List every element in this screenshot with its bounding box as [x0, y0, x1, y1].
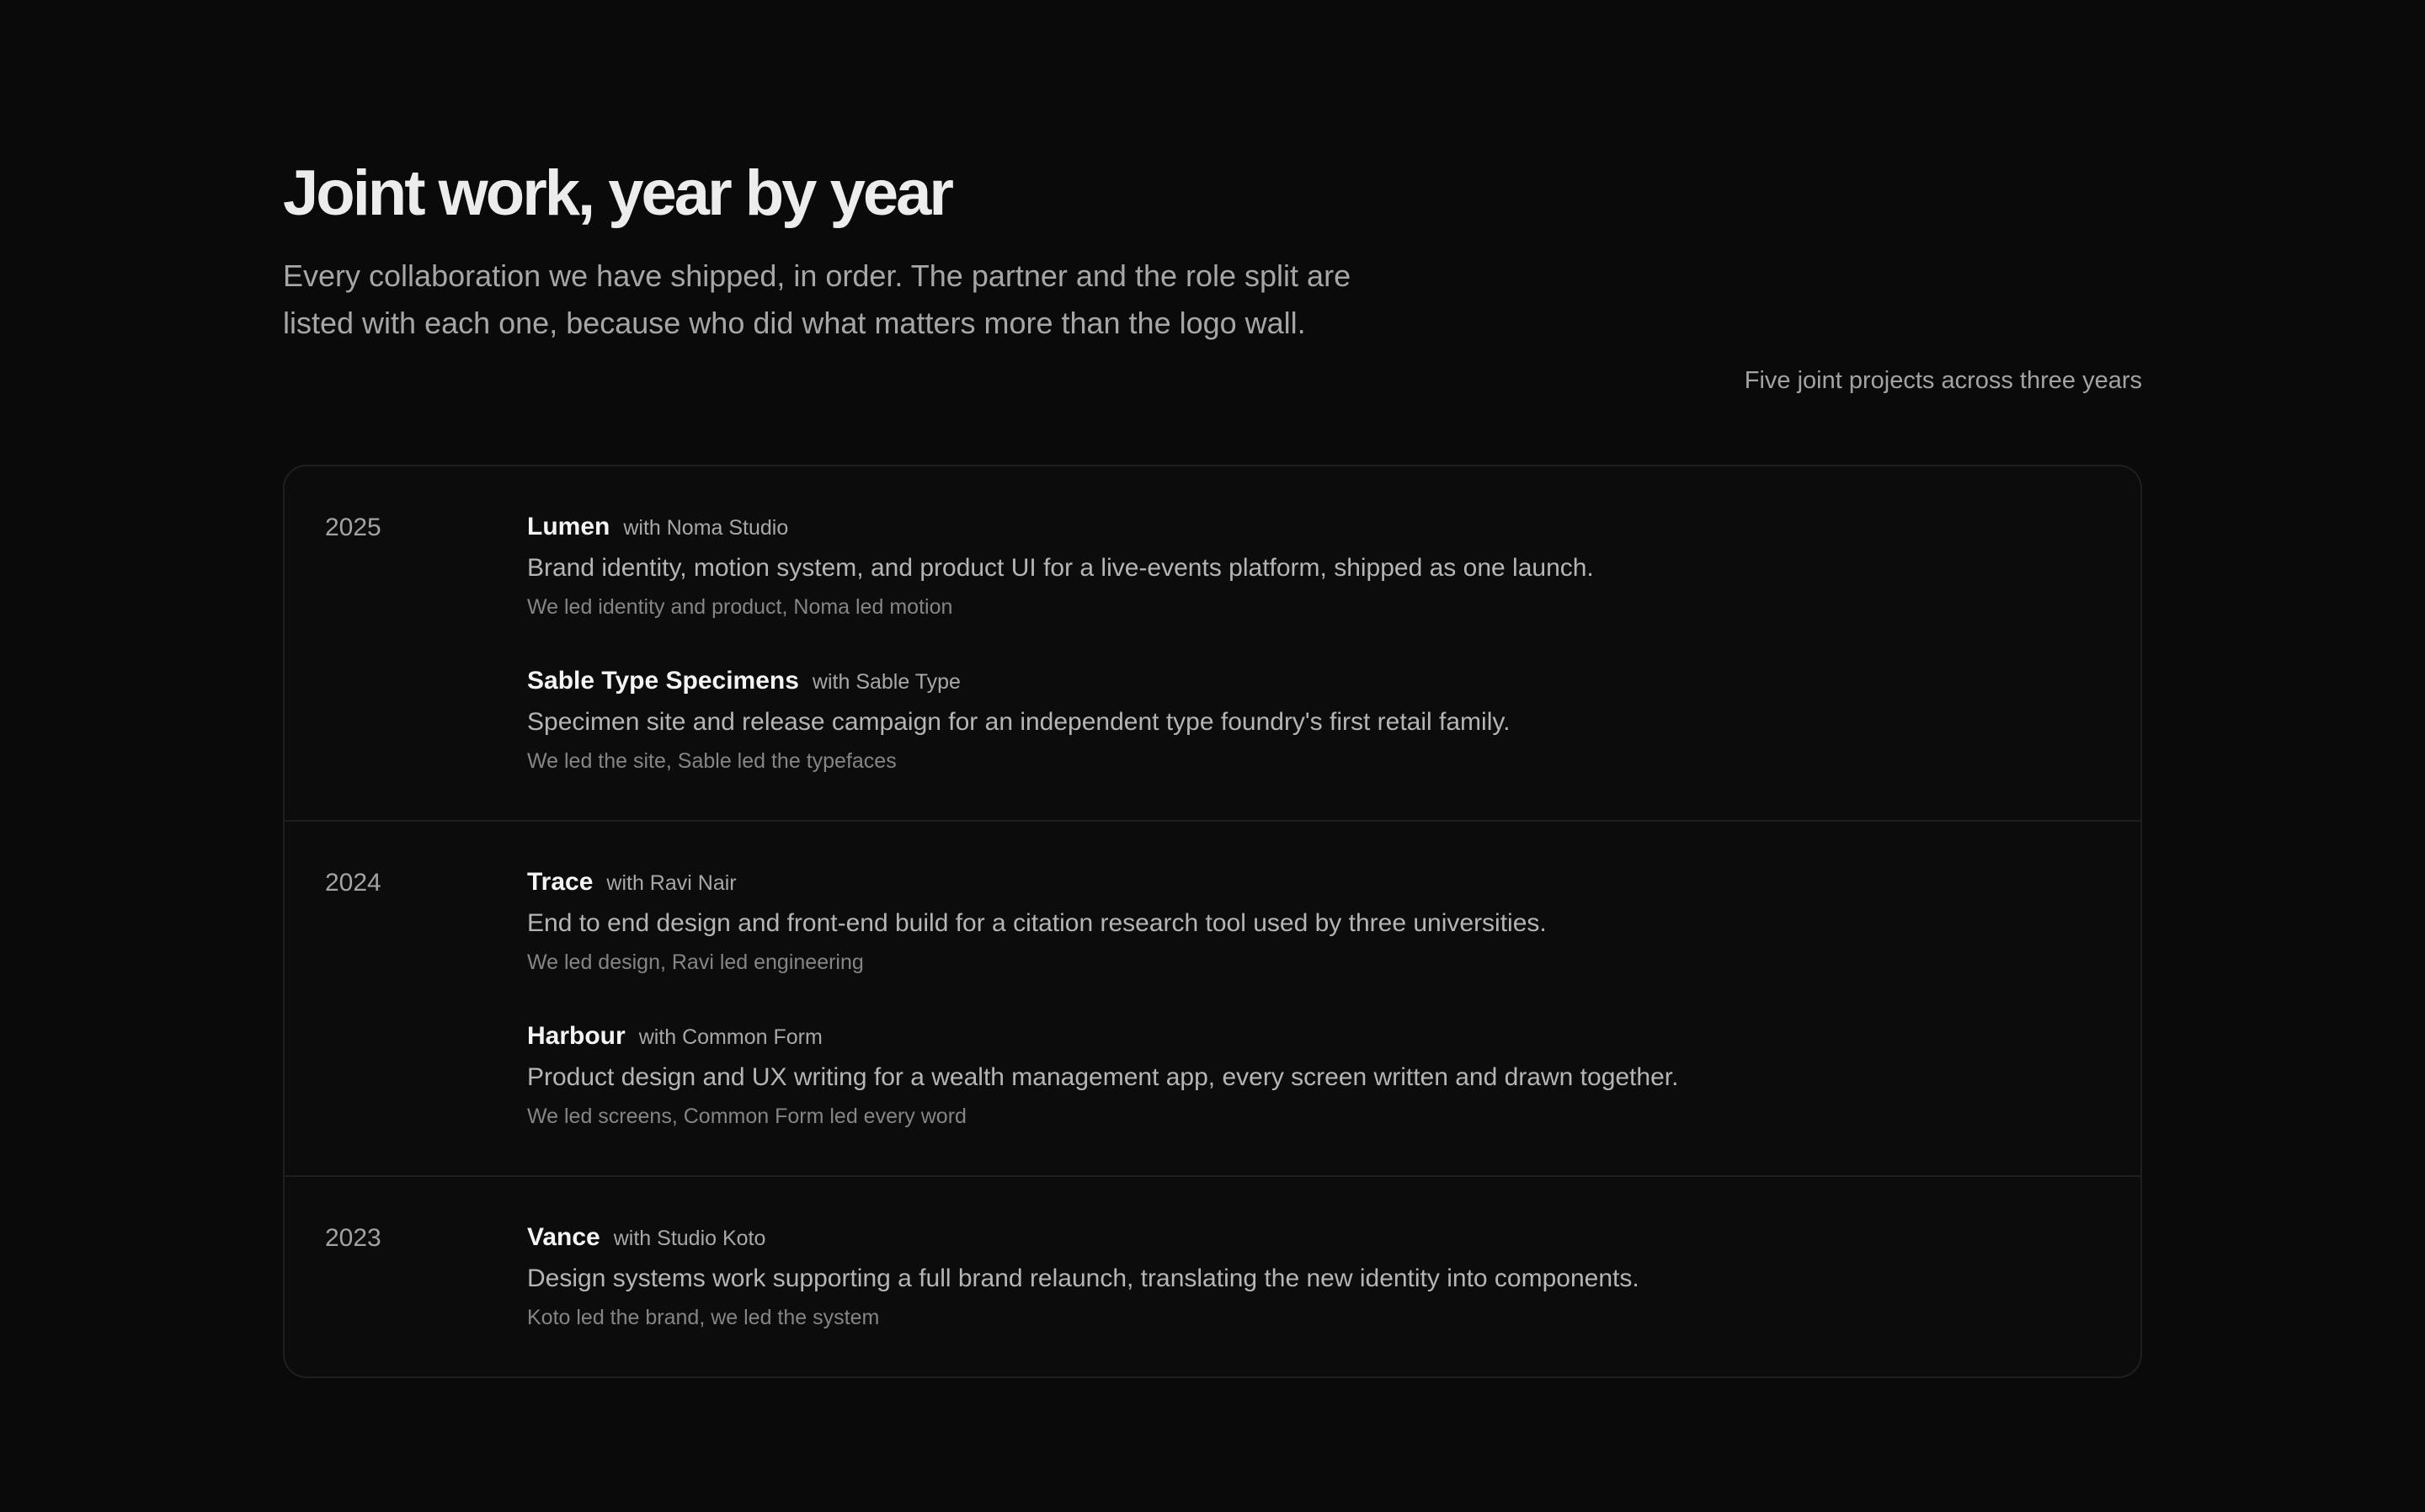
project-roles: We led the site, Sable led the typefaces	[527, 749, 897, 773]
year-label: 2023	[325, 1224, 381, 1252]
project-heading: Sable Type Specimens with Sable Type	[527, 663, 2100, 700]
project-heading: Trace with Ravi Nair	[527, 864, 2100, 902]
project-partner: with Studio Koto	[613, 1227, 766, 1250]
year-group-2025: 2025 Lumen with Noma Studio Brand identi…	[285, 466, 2140, 820]
project-entry: Sable Type Specimens with Sable Type Spe…	[527, 663, 2100, 778]
project-partner: with Sable Type	[812, 670, 961, 694]
year-group-2024: 2024 Trace with Ravi Nair End to end des…	[285, 820, 2140, 1175]
project-roles: We led screens, Common Form led every wo…	[527, 1105, 967, 1128]
project-description: Design systems work supporting a full br…	[527, 1264, 1639, 1292]
project-description: Brand identity, motion system, and produ…	[527, 554, 1594, 582]
project-name: Trace	[527, 868, 594, 896]
project-list: Trace with Ravi Nair End to end design a…	[527, 864, 2100, 1133]
project-roles: We led identity and product, Noma led mo…	[527, 595, 953, 619]
project-count-note: Five joint projects across three years	[1744, 367, 2142, 394]
project-list: Lumen with Noma Studio Brand identity, m…	[527, 508, 2100, 778]
timeline: 2025 Lumen with Noma Studio Brand identi…	[283, 465, 2142, 1378]
year-label: 2025	[325, 514, 381, 541]
project-description: Specimen site and release campaign for a…	[527, 708, 1511, 736]
year-group-2023: 2023 Vance with Studio Koto Design syste…	[285, 1175, 2140, 1376]
project-partner: with Noma Studio	[623, 516, 789, 540]
project-heading: Harbour with Common Form	[527, 1018, 2100, 1056]
project-roles: Koto led the brand, we led the system	[527, 1306, 880, 1329]
project-name: Lumen	[527, 513, 610, 540]
project-name: Harbour	[527, 1022, 626, 1050]
project-list: Vance with Studio Koto Design systems wo…	[527, 1219, 2100, 1334]
project-partner: with Ravi Nair	[606, 871, 737, 895]
project-partner: with Common Form	[638, 1025, 823, 1049]
project-entry: Trace with Ravi Nair End to end design a…	[527, 864, 2100, 979]
intro-text: Every collaboration we have shipped, in …	[283, 258, 1351, 340]
project-roles: We led design, Ravi led engineering	[527, 950, 864, 974]
page-title: Joint work, year by year	[283, 157, 954, 229]
year-label: 2024	[325, 869, 381, 897]
project-name: Vance	[527, 1223, 600, 1251]
project-description: End to end design and front-end build fo…	[527, 909, 1547, 937]
page: Joint work, year by year Every collabora…	[283, 155, 2142, 1378]
project-entry: Harbour with Common Form Product design …	[527, 1018, 2100, 1133]
project-heading: Lumen with Noma Studio	[527, 508, 2100, 546]
project-heading: Vance with Studio Koto	[527, 1219, 2100, 1257]
project-name: Sable Type Specimens	[527, 667, 799, 695]
project-entry: Lumen with Noma Studio Brand identity, m…	[527, 508, 2100, 624]
page-header: Joint work, year by year Every collabora…	[283, 155, 2142, 465]
project-entry: Vance with Studio Koto Design systems wo…	[527, 1219, 2100, 1334]
project-description: Product design and UX writing for a weal…	[527, 1063, 1679, 1091]
